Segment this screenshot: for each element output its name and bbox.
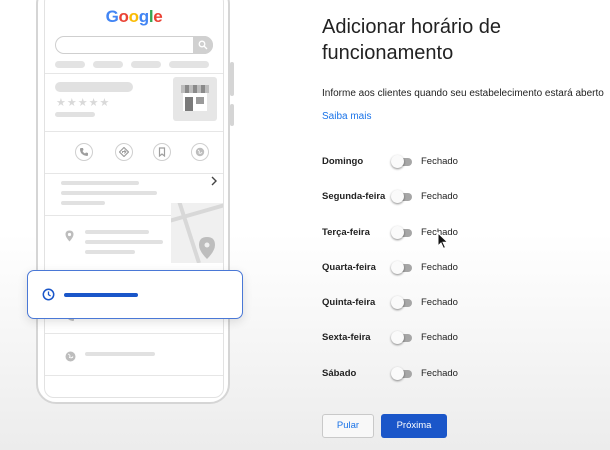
location-pin-icon [65,229,74,247]
day-label: Sexta-feira [322,332,371,343]
day-label: Quinta-feira [322,297,376,308]
rating-stars: ★★★★★ [56,97,111,109]
next-button[interactable]: Próxima [381,414,447,438]
bookmark-icon [153,143,171,161]
page-title: Adicionar horário de funcionamento [322,16,501,64]
day-label: Terça-feira [322,227,370,238]
open-toggle[interactable] [391,367,413,381]
day-label: Segunda-feira [322,191,386,202]
map-pin-icon [199,237,215,259]
mouse-cursor-icon [437,231,449,255]
divider [45,333,223,334]
open-toggle[interactable] [391,155,413,169]
divider [45,73,223,74]
day-label: Sábado [322,368,357,379]
chip-placeholder [131,61,161,68]
open-toggle[interactable] [391,226,413,240]
text-placeholder [85,352,155,356]
open-toggle[interactable] [391,296,413,310]
day-status: Fechado [421,297,458,308]
search-icon [193,36,213,54]
hours-placeholder-line [64,293,138,297]
text-placeholder [61,181,139,185]
storefront-icon [173,77,217,121]
chip-placeholder [93,61,123,68]
chip-placeholder [55,61,85,68]
chevron-right-icon [210,173,218,189]
divider [45,173,223,174]
learn-more-link[interactable]: Saiba mais [322,111,371,122]
phone-side-button [230,104,234,126]
clock-icon [42,288,55,306]
business-name-placeholder [55,82,133,92]
day-label: Quarta-feira [322,262,376,273]
day-status: Fechado [421,191,458,202]
divider [45,375,223,376]
divider [45,131,223,132]
chip-placeholder [169,61,209,68]
text-placeholder [85,230,149,234]
day-status: Fechado [421,262,458,273]
text-placeholder [85,250,135,254]
day-label: Domingo [322,156,364,167]
search-bar [55,36,213,54]
text-placeholder [61,201,105,205]
day-status: Fechado [421,332,458,343]
open-toggle[interactable] [391,331,413,345]
directions-icon [115,143,133,161]
globe-icon [65,349,76,367]
skip-button[interactable]: Pular [322,414,374,438]
phone-side-button [230,62,234,96]
map-thumbnail [171,203,223,263]
open-toggle[interactable] [391,190,413,204]
website-icon [191,143,209,161]
phone-illustration: Google ★★★★★ [36,0,234,404]
open-toggle[interactable] [391,261,413,275]
category-placeholder [55,112,95,117]
phone-icon [75,143,93,161]
text-placeholder [61,191,157,195]
day-status: Fechado [421,156,458,167]
google-logo: Google [105,7,163,26]
day-status: Fechado [421,368,458,379]
business-hours-card [27,270,243,319]
page-description: Informe aos clientes quando seu estabele… [322,88,604,99]
text-placeholder [85,240,163,244]
phone-screen: Google ★★★★★ [44,0,224,398]
